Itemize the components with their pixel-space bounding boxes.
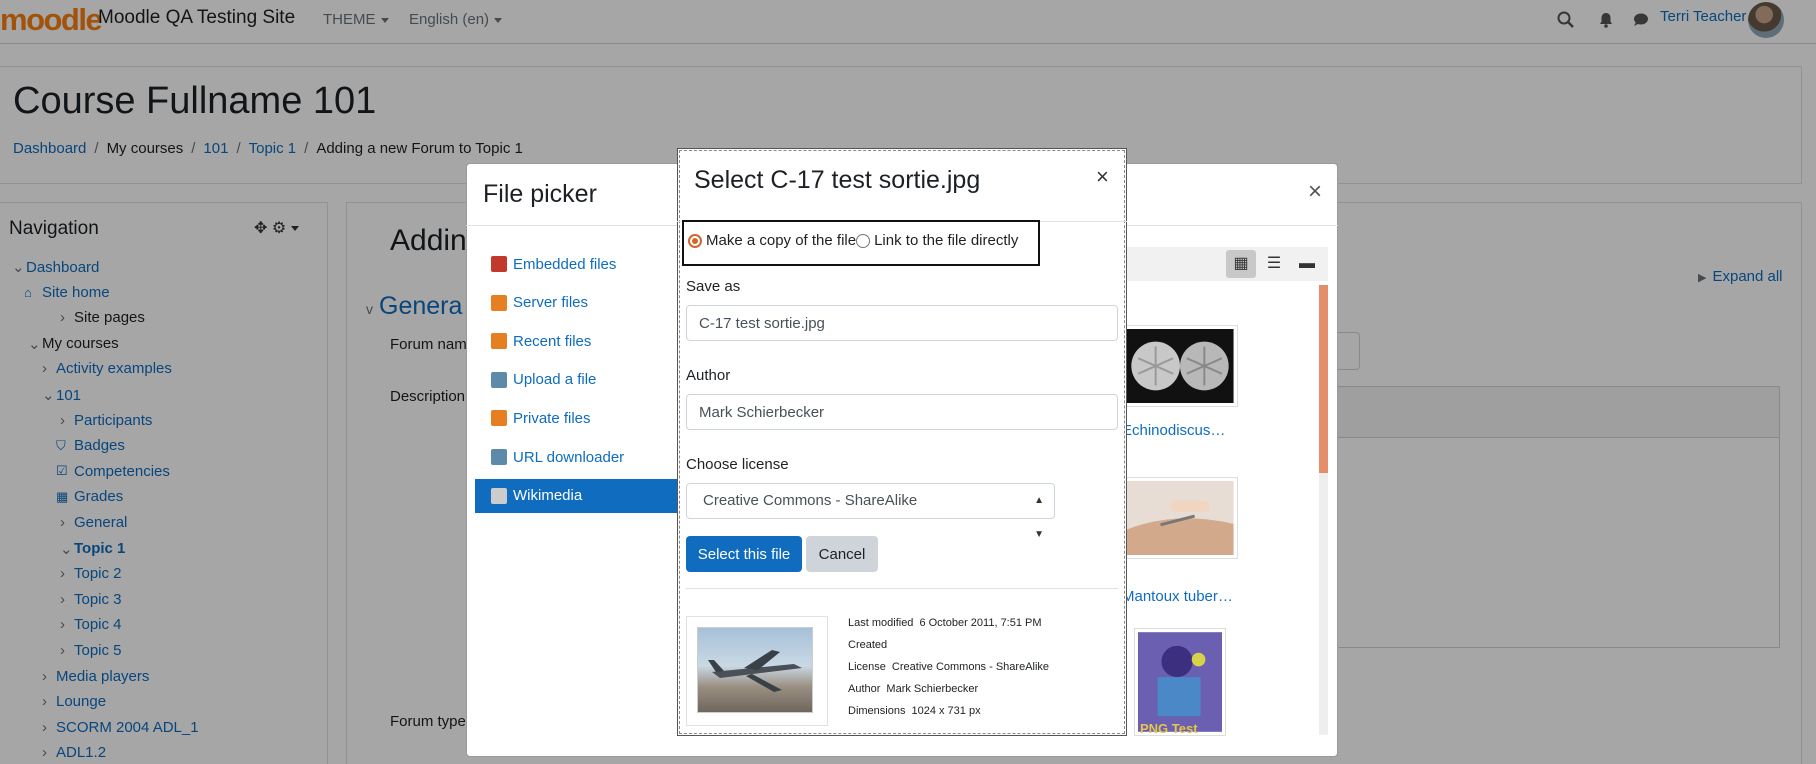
select-dialog-title: Select C-17 test sortie.jpg	[694, 166, 981, 194]
grid-view-icon[interactable]: ▦	[1226, 250, 1256, 278]
repository-icon	[491, 256, 507, 272]
author-label: Author	[686, 367, 731, 384]
metadata-key: License	[848, 661, 886, 673]
save-as-label: Save as	[686, 278, 741, 295]
file-thumbnail[interactable]	[1134, 628, 1226, 736]
author-input[interactable]	[686, 394, 1118, 430]
file-thumbnail[interactable]	[1122, 325, 1238, 407]
link-file-label[interactable]: Link to the file directly	[874, 232, 1018, 249]
file-caption[interactable]: PNG Test	[1140, 721, 1198, 736]
list-view-icon[interactable]: ☰	[1259, 250, 1289, 278]
metadata-row: Dimensions 1024 x 731 px	[848, 705, 981, 717]
repository-item[interactable]: URL downloader	[475, 440, 683, 474]
repository-icon	[491, 371, 507, 388]
metadata-key: Author	[848, 683, 881, 695]
select-arrows-icon: ▲ ▼	[1034, 495, 1044, 540]
metadata-row: Last modified 6 October 2011, 7:51 PM	[848, 617, 1042, 629]
c17-aircraft-image	[697, 627, 813, 713]
repository-item[interactable]: Upload a file	[475, 363, 683, 397]
file-caption[interactable]: Mantoux tuber…	[1122, 588, 1233, 605]
file-caption[interactable]: Echinodiscus…	[1122, 422, 1225, 439]
radio-row: Make a copy of the file Link to the file…	[688, 232, 1018, 249]
copy-file-radio[interactable]	[688, 233, 702, 248]
file-preview	[686, 616, 828, 726]
repository-item[interactable]: Wikimedia	[475, 478, 683, 513]
metadata-row: Author Mark Schierbecker	[848, 683, 978, 695]
copy-file-label[interactable]: Make a copy of the file	[706, 232, 856, 249]
metadata-key: Last modified	[848, 617, 914, 629]
png-test-image	[1138, 632, 1222, 732]
close-icon[interactable]: ×	[1308, 178, 1322, 206]
metadata-key: Created	[848, 639, 888, 651]
repository-label: Wikimedia	[513, 487, 583, 505]
file-picker-title: File picker	[483, 180, 597, 208]
folder-view-icon[interactable]: ▬	[1292, 250, 1322, 278]
metadata-row: Created	[848, 639, 893, 651]
metadata-value: Creative Commons - ShareAlike	[891, 661, 1050, 673]
sand-dollar-image	[1126, 329, 1234, 403]
select-this-file-button[interactable]: Select this file	[686, 536, 802, 572]
license-label: Choose license	[686, 456, 789, 473]
license-select[interactable]: Creative Commons - ShareAlike ▲ ▼	[686, 483, 1055, 540]
file-thumbnail[interactable]	[1122, 477, 1238, 559]
link-file-radio[interactable]	[856, 233, 871, 248]
close-icon[interactable]: ×	[1096, 164, 1109, 190]
metadata-value: Mark Schierbecker	[886, 683, 979, 695]
metadata-value: 1024 x 731 px	[911, 705, 981, 717]
repository-icon	[491, 333, 507, 350]
repository-item[interactable]: Embedded files	[475, 247, 683, 281]
repository-item[interactable]: Private files	[475, 401, 683, 435]
scrollbar-thumb[interactable]	[1319, 285, 1328, 473]
repository-label: Server files	[513, 294, 589, 312]
repository-label: URL downloader	[513, 448, 625, 466]
repository-label: Private files	[513, 409, 591, 427]
mantoux-test-image	[1126, 481, 1234, 555]
cancel-button[interactable]: Cancel	[806, 536, 878, 572]
repository-label: Upload a file	[513, 371, 597, 389]
repository-icon	[491, 410, 507, 427]
repository-item[interactable]: Recent files	[475, 324, 683, 358]
repository-label: Recent files	[513, 332, 592, 350]
repository-icon	[491, 449, 507, 465]
repository-icon	[491, 487, 507, 504]
metadata-row: License Creative Commons - ShareAlike	[848, 661, 1049, 673]
metadata-value: 6 October 2011, 7:51 PM	[919, 617, 1042, 629]
repository-icon	[491, 294, 507, 311]
repository-item[interactable]: Server files	[475, 286, 683, 320]
save-as-input[interactable]	[686, 305, 1118, 341]
repository-label: Embedded files	[513, 255, 617, 273]
metadata-key: Dimensions	[848, 705, 906, 717]
